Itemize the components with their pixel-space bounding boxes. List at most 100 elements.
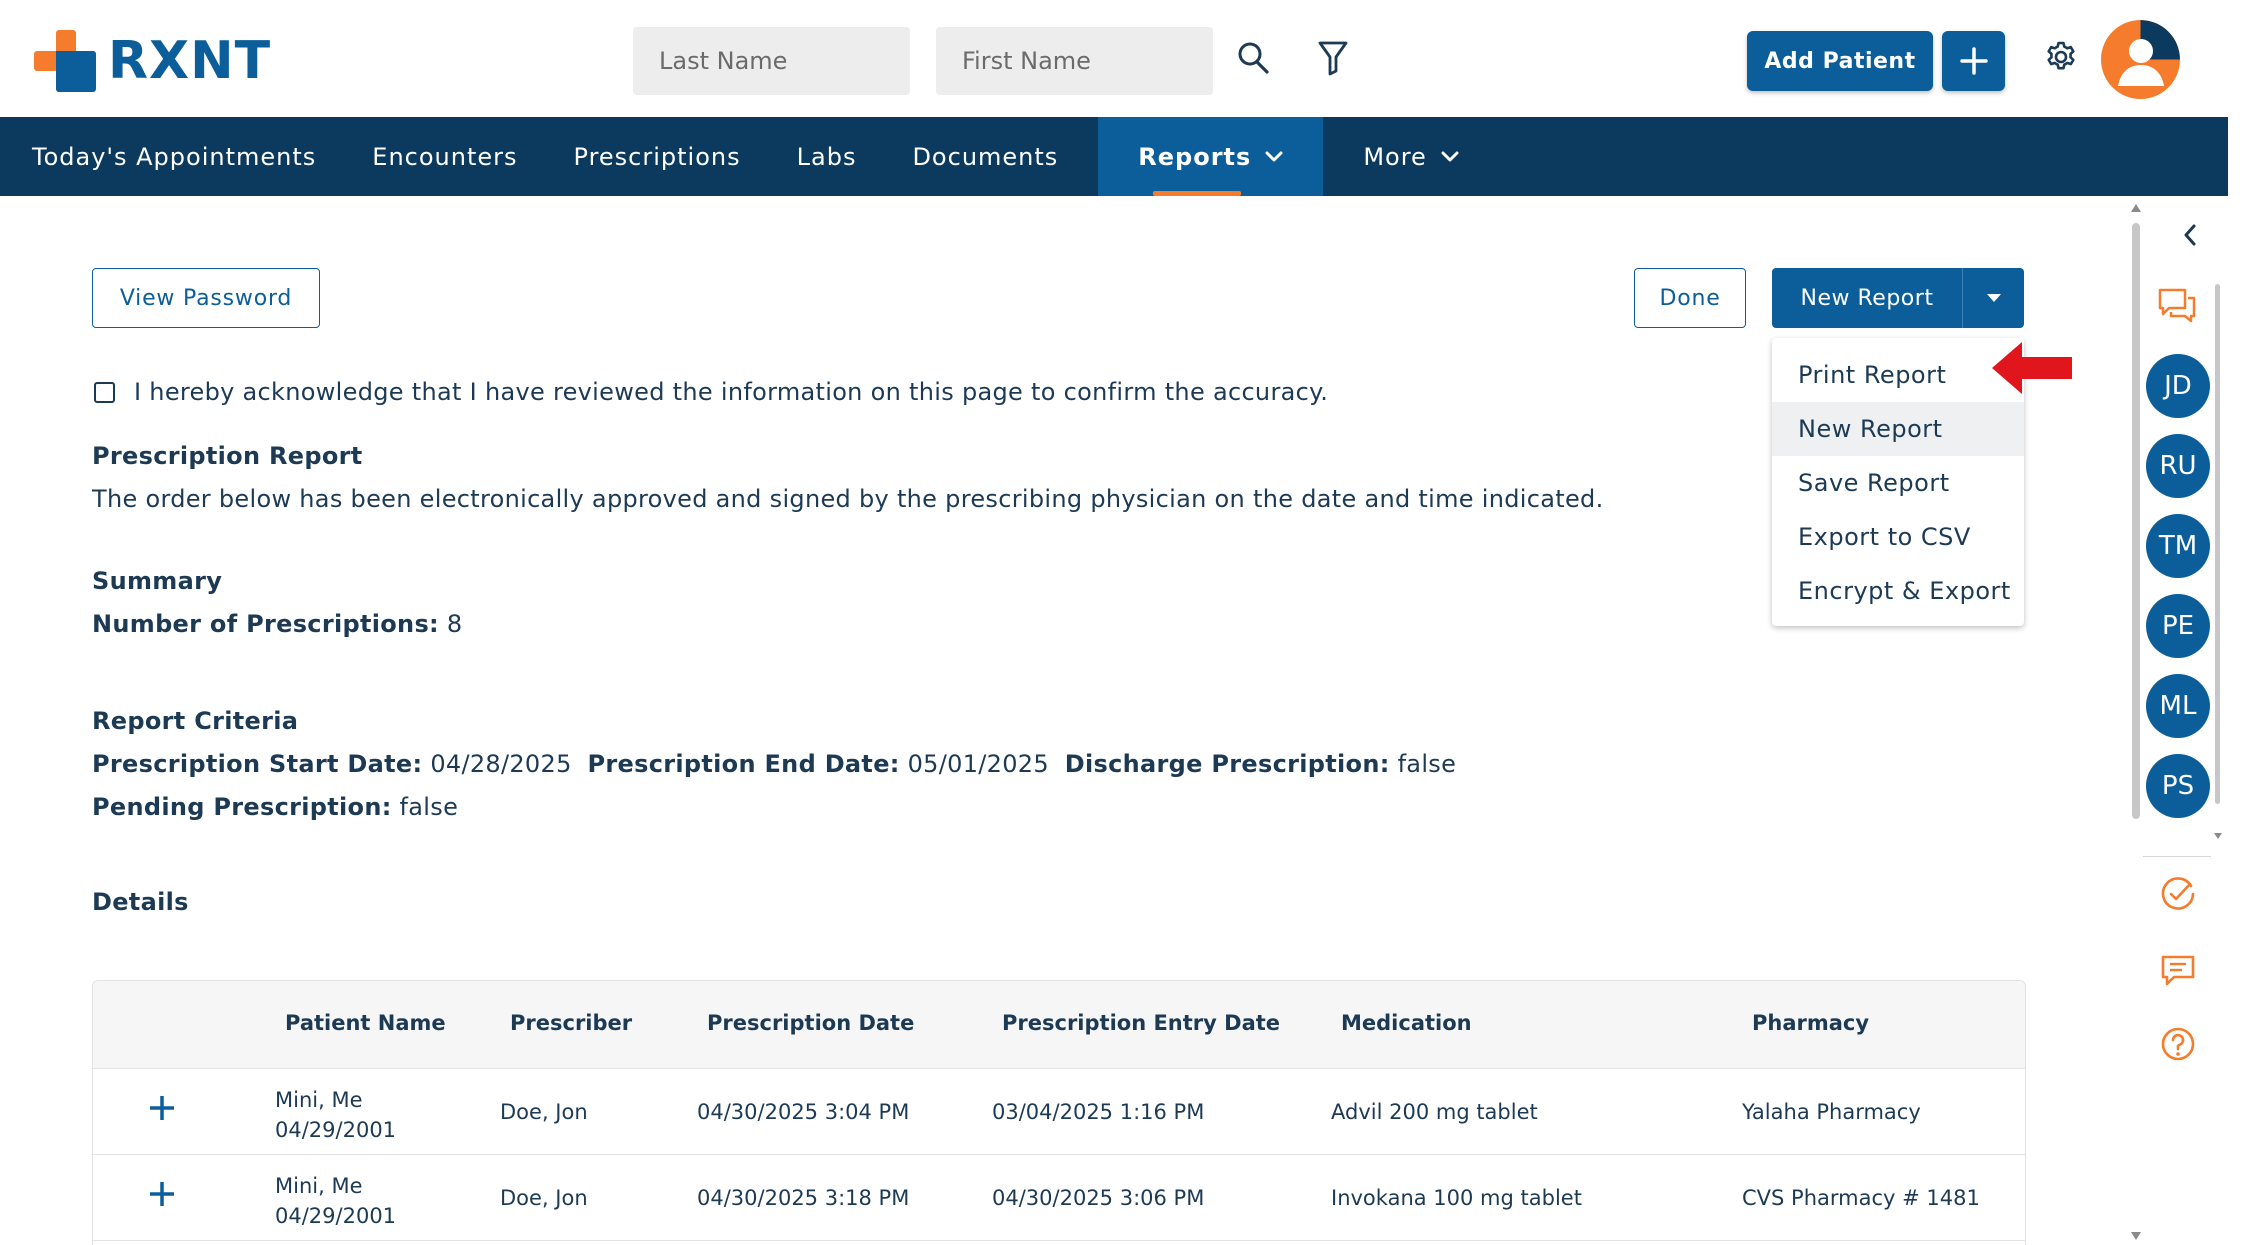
cell-medication: Advil 200 mg tablet (1331, 1100, 1538, 1124)
user-avatar-ml[interactable]: ML (2146, 674, 2210, 738)
report-actions-menu: Print Report New Report Save Report Expo… (1772, 338, 2024, 626)
cell-entry-date: 03/04/2025 1:16 PM (992, 1100, 1205, 1124)
details-heading: Details (92, 888, 189, 916)
chevron-left-icon[interactable] (2183, 224, 2197, 246)
user-avatar-pe[interactable]: PE (2146, 594, 2210, 658)
caret-down-icon (1986, 294, 2001, 302)
app-header: RXNT Add Patient (0, 0, 2228, 117)
start-date-label: Prescription Start Date: (92, 750, 423, 778)
table-row[interactable]: Mini, Me 04/29/2001 Doe, Jon 04/30/2025 … (93, 1069, 2025, 1155)
nav-label: Prescriptions (573, 142, 741, 171)
summary-heading: Summary (92, 567, 223, 595)
cell-prescription-date: 04/30/2025 3:18 PM (697, 1186, 910, 1210)
col-medication[interactable]: Medication (1341, 1011, 1472, 1035)
table-row[interactable]: Mini, Me 04/29/2001 Doe, Jon 04/30/2025 … (93, 1155, 2025, 1241)
search-icon[interactable] (1236, 38, 1270, 78)
user-avatar-icon[interactable] (2101, 20, 2180, 99)
rxnt-logo[interactable]: RXNT (34, 30, 271, 92)
cell-prescription-date: 04/30/2025 3:04 PM (697, 1100, 910, 1124)
cell-medication: Invokana 100 mg tablet (1331, 1186, 1582, 1210)
main-nav: Today's Appointments Encounters Prescrip… (0, 117, 2228, 196)
report-subtitle: The order below has been electronically … (92, 485, 1604, 513)
table-header: Patient Name Prescriber Prescription Dat… (93, 981, 2025, 1069)
first-name-input[interactable] (936, 27, 1213, 95)
chevron-down-icon (1265, 151, 1283, 163)
view-password-button[interactable]: View Password (92, 268, 320, 328)
new-report-menu-toggle[interactable] (1962, 268, 2024, 328)
nav-reports[interactable]: Reports (1098, 117, 1324, 196)
col-pharmacy[interactable]: Pharmacy (1752, 1011, 1869, 1035)
prescriptions-table: Patient Name Prescriber Prescription Dat… (92, 980, 2026, 1245)
logo-text: RXNT (108, 31, 272, 91)
menu-item-new-report[interactable]: New Report (1772, 402, 2024, 456)
add-patient-button[interactable]: Add Patient (1747, 31, 1933, 91)
quick-add-button[interactable] (1942, 31, 2005, 91)
nav-label: More (1363, 142, 1427, 171)
nav-labs[interactable]: Labs (781, 117, 897, 196)
nav-label: Encounters (372, 142, 518, 171)
new-report-button[interactable]: New Report (1772, 268, 1962, 328)
nav-more[interactable]: More (1323, 117, 1499, 196)
discharge-label: Discharge Prescription: (1064, 750, 1390, 778)
pending-label: Pending Prescription: (92, 793, 392, 821)
main-scrollbar[interactable] (2129, 203, 2143, 1245)
criteria-heading: Report Criteria (92, 707, 299, 735)
filter-icon[interactable] (1316, 38, 1350, 78)
menu-item-export-csv[interactable]: Export to CSV (1772, 510, 2024, 564)
menu-item-print-report[interactable]: Print Report (1772, 348, 2024, 402)
scroll-up-icon (2131, 204, 2141, 212)
user-avatar-ps[interactable]: PS (2146, 754, 2210, 818)
patient-dob: 04/29/2001 (275, 1204, 397, 1228)
acknowledge-label: I hereby acknowledge that I have reviewe… (134, 378, 1329, 406)
rail-scroll-down-icon[interactable] (2213, 832, 2223, 840)
expand-plus-icon[interactable] (147, 1179, 177, 1209)
red-pointer-arrow-icon (1992, 342, 2072, 394)
nav-encounters[interactable]: Encounters (356, 117, 557, 196)
end-date-label: Prescription End Date: (587, 750, 900, 778)
scroll-down-icon (2131, 1232, 2141, 1240)
end-date-value: 05/01/2025 (907, 750, 1049, 778)
prescription-count: Number of Prescriptions: 8 (92, 610, 462, 638)
prescription-count-value: 8 (446, 610, 463, 638)
active-tab-indicator (1153, 191, 1242, 196)
cell-pharmacy: CVS Pharmacy # 1481 (1742, 1186, 1980, 1210)
col-patient-name[interactable]: Patient Name (285, 1011, 446, 1035)
scroll-thumb[interactable] (2132, 223, 2140, 819)
nav-label: Reports (1138, 142, 1252, 171)
help-circle-icon[interactable] (2160, 1026, 2196, 1062)
user-avatar-tm[interactable]: TM (2146, 514, 2210, 578)
col-prescriber[interactable]: Prescriber (510, 1011, 632, 1035)
criteria-line: Prescription Start Date: 04/28/2025 Pres… (92, 750, 1456, 778)
nav-label: Documents (912, 142, 1059, 171)
cell-patient: Mini, Me 04/29/2001 (275, 1171, 396, 1231)
user-avatar-ru[interactable]: RU (2146, 434, 2210, 498)
expand-plus-icon[interactable] (147, 1093, 177, 1123)
col-entry-date[interactable]: Prescription Entry Date (1002, 1011, 1280, 1035)
last-name-input[interactable] (633, 27, 910, 95)
chat-bubbles-icon[interactable] (2157, 286, 2197, 326)
menu-item-encrypt-export[interactable]: Encrypt & Export (1772, 564, 2024, 618)
rail-scroll-thumb[interactable] (2215, 284, 2220, 804)
report-title: Prescription Report (92, 442, 363, 470)
pending-line: Pending Prescription: false (92, 793, 458, 821)
nav-label: Today's Appointments (32, 142, 317, 171)
patient-dob: 04/29/2001 (275, 1118, 397, 1142)
check-circle-icon[interactable] (2160, 876, 2196, 912)
cell-patient: Mini, Me 04/29/2001 (275, 1085, 396, 1145)
gear-icon[interactable] (2043, 38, 2079, 76)
discharge-value: false (1397, 750, 1457, 778)
nav-documents[interactable]: Documents (896, 117, 1098, 196)
menu-item-save-report[interactable]: Save Report (1772, 456, 2024, 510)
message-icon[interactable] (2160, 954, 2196, 988)
start-date-value: 04/28/2025 (430, 750, 572, 778)
acknowledge-checkbox[interactable] (94, 381, 115, 403)
col-prescription-date[interactable]: Prescription Date (707, 1011, 914, 1035)
nav-label: Labs (796, 142, 857, 171)
logo-cross-icon (34, 30, 96, 92)
pending-value: false (399, 793, 459, 821)
nav-todays-appointments[interactable]: Today's Appointments (0, 117, 356, 196)
nav-prescriptions[interactable]: Prescriptions (558, 117, 781, 196)
user-avatar-jd[interactable]: JD (2146, 354, 2210, 418)
done-button[interactable]: Done (1634, 268, 1746, 328)
patient-name: Mini, Me (275, 1174, 363, 1198)
